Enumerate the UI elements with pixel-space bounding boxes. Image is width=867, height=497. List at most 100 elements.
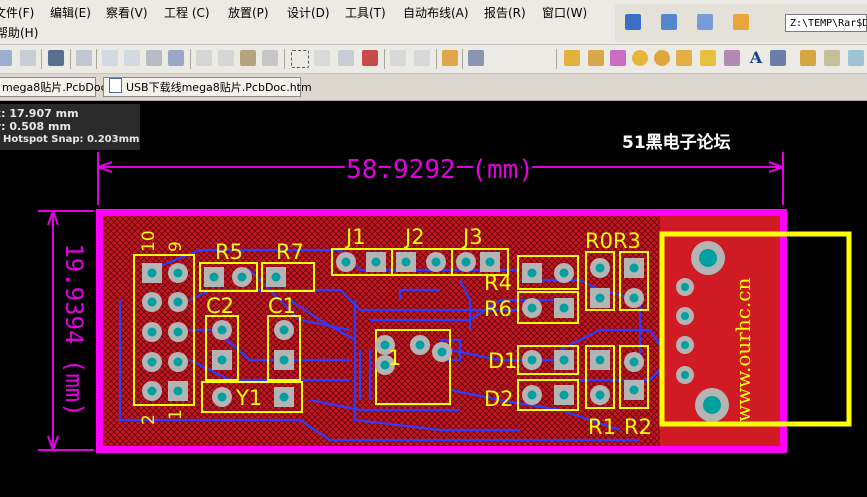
pad-hole — [559, 268, 569, 278]
pad-hole — [147, 357, 157, 367]
menu-tools[interactable]: 工具(T) — [345, 4, 386, 21]
document-tabs: mega8贴片.PcbDoc USB下载线mega8贴片.PcbDoc.htm — [0, 74, 867, 101]
menu-view[interactable]: 察看(V) — [106, 4, 148, 21]
zoom-area-icon[interactable] — [124, 50, 140, 66]
arc-route-icon[interactable] — [610, 50, 626, 66]
pad-hole — [147, 268, 157, 278]
pad-hole — [237, 272, 247, 282]
menu-file[interactable]: 文件(F) — [0, 4, 34, 21]
zoom-filter-icon[interactable] — [168, 50, 184, 66]
pcb-canvas[interactable]: 58.9292 (mm) 19.9394 (mm) J1 J2 J3 R5 R7… — [0, 100, 867, 497]
align-icon[interactable] — [661, 14, 677, 30]
copy-icon[interactable] — [218, 50, 234, 66]
label-d1: D1 — [488, 349, 518, 373]
room-icon[interactable] — [800, 50, 816, 66]
via-icon[interactable] — [654, 50, 670, 66]
pad-hole — [173, 297, 183, 307]
pad-hole — [629, 293, 639, 303]
zoom-selected-icon[interactable] — [146, 50, 162, 66]
menu-reports[interactable]: 报告(R) — [484, 4, 526, 21]
pad-hole — [371, 257, 381, 267]
pad-hole — [279, 355, 289, 365]
browse-icon[interactable] — [76, 50, 92, 66]
pad-hole — [595, 355, 605, 365]
coord-x: x: 17.907 mm — [0, 107, 79, 120]
pad-hole — [147, 297, 157, 307]
label-r0r3: R0R3 — [585, 229, 641, 253]
main-toolbar: A — [0, 45, 867, 74]
label-r4: R4 — [484, 271, 512, 295]
menu-project[interactable]: 工程 (C) — [164, 4, 210, 21]
layer-stack-icon[interactable] — [48, 50, 64, 66]
pad-hole — [341, 257, 351, 267]
pad-hole — [217, 355, 227, 365]
menu-design[interactable]: 设计(D) — [287, 4, 330, 21]
clear-icon[interactable] — [362, 50, 378, 66]
label-r1: R1 — [588, 415, 616, 439]
vertical-url-text: www.ourhc.cn — [731, 278, 755, 422]
label-r5: R5 — [215, 240, 243, 264]
pad-hole — [629, 357, 639, 367]
pad-hole — [461, 257, 471, 267]
coordinate-readout: x: 17.907 mm y: 0.508 mm Hotspot Snap: 0… — [0, 104, 140, 150]
pad-hole — [415, 340, 425, 350]
distribute-icon[interactable] — [697, 14, 713, 30]
menu-autoroute[interactable]: 自动布线(A) — [403, 4, 469, 21]
layer-icon[interactable] — [625, 14, 641, 30]
component-icon[interactable] — [468, 50, 484, 66]
pad-hole — [527, 390, 537, 400]
component-place-icon[interactable] — [770, 50, 786, 66]
height-dimension-text: 19.9394 (mm) — [60, 243, 88, 416]
tab-htm-label: USB下载线mega8贴片.PcbDoc.htm — [126, 81, 312, 94]
label-c1: C1 — [268, 294, 296, 318]
string-icon[interactable] — [824, 50, 840, 66]
label-j3: J3 — [461, 225, 483, 249]
paste-array-icon[interactable] — [262, 50, 278, 66]
pad-hole — [217, 325, 227, 335]
pad-hole — [173, 386, 183, 396]
label-c2: C2 — [206, 294, 234, 318]
label-pin1: 1 — [166, 409, 186, 420]
pad-hole — [271, 272, 281, 282]
highlight-icon[interactable] — [442, 50, 458, 66]
menu-window[interactable]: 窗口(W) — [542, 4, 587, 21]
pad-hole — [559, 303, 569, 313]
move-icon[interactable] — [314, 50, 330, 66]
tab-htm[interactable]: USB下载线mega8贴片.PcbDoc.htm — [103, 77, 312, 97]
diff-pair-icon[interactable] — [588, 50, 604, 66]
open-icon[interactable] — [0, 50, 12, 66]
path-field[interactable]: Z:\TEMP\Rar$D — [785, 14, 867, 32]
cut-icon[interactable] — [196, 50, 212, 66]
pad-hole — [279, 325, 289, 335]
redo-icon[interactable] — [414, 50, 430, 66]
grid-icon[interactable] — [733, 14, 749, 30]
menu-edit[interactable]: 编辑(E) — [50, 4, 91, 21]
undo-icon[interactable] — [390, 50, 406, 66]
zoom-fit-icon[interactable] — [102, 50, 118, 66]
paste-icon[interactable] — [240, 50, 256, 66]
label-pin10: 10 — [139, 230, 159, 252]
label-pin2: 2 — [139, 414, 159, 425]
pad-hole — [527, 355, 537, 365]
pad-hole — [217, 392, 227, 402]
menu-place[interactable]: 放置(P) — [228, 4, 269, 21]
polygon-icon[interactable] — [724, 50, 740, 66]
print-preview-icon[interactable] — [20, 50, 36, 66]
forum-watermark: 51黑电子论坛 — [622, 133, 731, 153]
pad-hole — [595, 390, 605, 400]
fill-icon[interactable] — [700, 50, 716, 66]
deselect-icon[interactable] — [338, 50, 354, 66]
route-icon[interactable] — [564, 50, 580, 66]
arc-icon[interactable] — [676, 50, 692, 66]
select-area-icon[interactable] — [291, 50, 309, 68]
menu-help[interactable]: 帮助(H) — [0, 24, 38, 41]
label-j1: J1 — [344, 225, 366, 249]
label-y1: Y1 — [235, 386, 262, 410]
label-r6: R6 — [484, 297, 512, 321]
menu-bar: 文件(F) 编辑(E) 察看(V) 工程 (C) 放置(P) 设计(D) 工具(… — [0, 0, 867, 45]
text-icon[interactable]: A — [748, 50, 764, 66]
dimension-icon[interactable] — [848, 50, 864, 66]
label-j2: J2 — [403, 225, 425, 249]
tab-pcbdoc[interactable]: mega8贴片.PcbDoc — [0, 77, 107, 97]
pad-icon[interactable] — [632, 50, 648, 66]
